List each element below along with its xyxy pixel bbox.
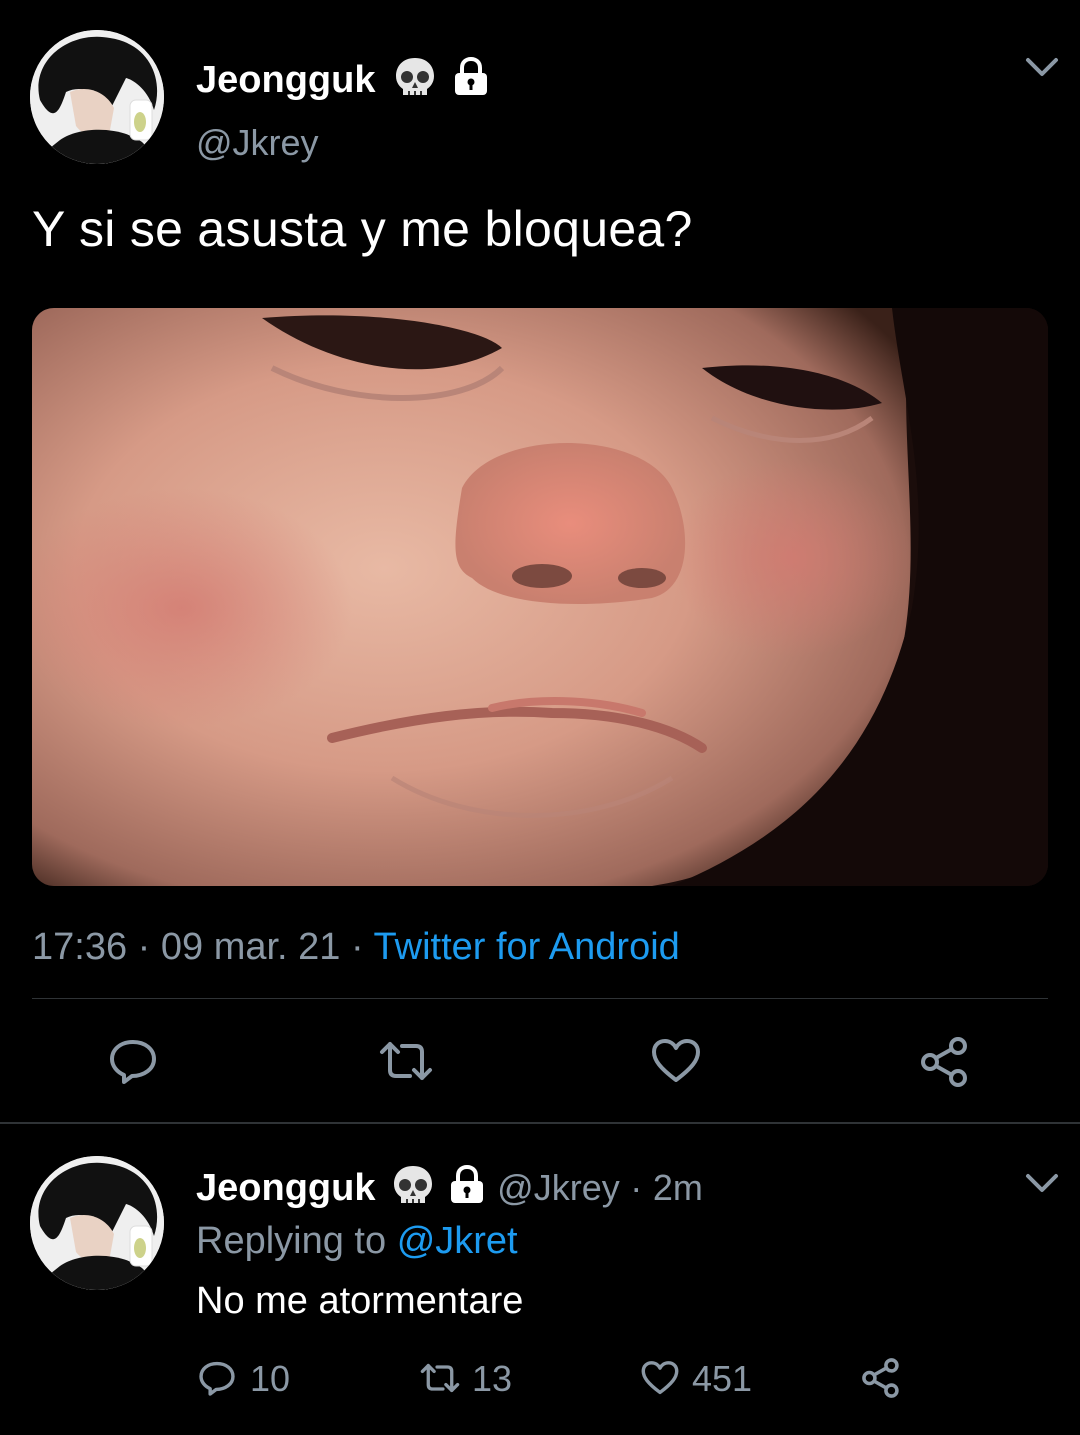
replying-label: Replying to: [196, 1220, 387, 1262]
meta-separator: ·: [630, 1167, 643, 1209]
reply-button[interactable]: [108, 1036, 158, 1091]
reply-reply-button[interactable]: 10: [198, 1358, 290, 1400]
reply-more-chevron[interactable]: [1022, 1168, 1062, 1203]
replying-to-handle-link[interactable]: @Jkret: [397, 1220, 518, 1262]
retweet-button[interactable]: [376, 1036, 436, 1091]
author-handle[interactable]: @Jkrey: [196, 122, 319, 164]
tweet-date: 09 mar. 21: [160, 926, 341, 968]
reply-share-button[interactable]: [860, 1356, 904, 1405]
divider: [32, 998, 1048, 999]
like-count: 451: [692, 1358, 753, 1399]
media-image: [32, 308, 1048, 886]
tweet-text: Y si se asusta y me bloquea?: [32, 201, 693, 257]
meta-separator: ·: [351, 926, 364, 968]
skull-icon: [390, 1162, 436, 1218]
tweet-source-link[interactable]: Twitter for Android: [374, 926, 680, 968]
reply-retweet-button[interactable]: 13: [418, 1358, 512, 1400]
comment-icon: [108, 1040, 158, 1090]
reply-count: 10: [250, 1358, 291, 1399]
retweet-icon: [376, 1042, 436, 1090]
retweet-count: 13: [472, 1358, 513, 1399]
tweet-media[interactable]: [32, 308, 1048, 886]
reply-author-name[interactable]: Jeongguk: [196, 1167, 375, 1209]
tweet-meta: 17:36 · 09 mar. 21 · Twitter for Android: [32, 926, 680, 969]
heart-icon: [640, 1359, 680, 1399]
reply-like-button[interactable]: 451: [640, 1358, 752, 1400]
avatar[interactable]: [30, 30, 164, 164]
lock-icon: [447, 1164, 487, 1216]
reply-text: No me atormentare: [196, 1280, 524, 1322]
meta-separator: ·: [137, 926, 151, 968]
reply-time-ago: 2m: [652, 1167, 703, 1209]
chevron-down-icon[interactable]: [1022, 52, 1062, 87]
chevron-down-icon: [1022, 1174, 1062, 1202]
share-icon: [860, 1358, 904, 1404]
retweet-icon: [418, 1359, 462, 1399]
tweet-time: 17:36: [32, 926, 128, 968]
author-name[interactable]: Jeongguk: [196, 59, 375, 101]
share-button[interactable]: [918, 1034, 974, 1095]
like-button[interactable]: [650, 1036, 702, 1091]
replying-to: Replying to @Jkret: [196, 1220, 518, 1263]
heart-icon: [650, 1039, 702, 1090]
section-divider: [0, 1122, 1080, 1124]
reply-avatar[interactable]: [30, 1156, 164, 1290]
reply-author-handle[interactable]: @Jkrey: [497, 1167, 620, 1208]
comment-icon: [198, 1359, 238, 1399]
lock-icon: [451, 56, 491, 108]
skull-icon: [392, 54, 438, 110]
share-icon: [918, 1037, 974, 1094]
